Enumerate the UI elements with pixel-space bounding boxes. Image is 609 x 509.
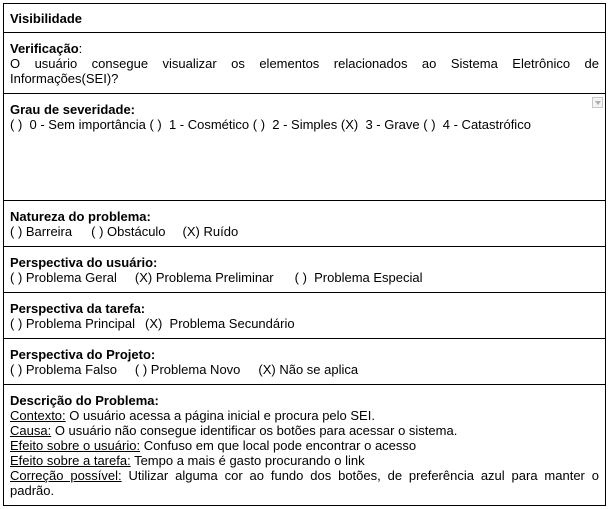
- perspectiva-tarefa-options: ( ) Problema Principal (X) Problema Secun…: [10, 316, 599, 331]
- tarefa-option-secundario: (X) Problema Secundário: [145, 316, 295, 331]
- natureza-label: Natureza do problema:: [10, 209, 151, 224]
- descricao-efeito-usuario-key: Efeito sobre o usuário:: [10, 438, 141, 453]
- natureza-row: Natureza do problema: ( ) Barreira ( ) Ob…: [4, 201, 605, 247]
- usuario-option-especial: ( ) Problema Especial: [294, 270, 423, 285]
- natureza-options: ( ) Barreira ( ) Obstáculo (X) Ruído: [10, 224, 599, 239]
- descricao-efeito-tarefa-key: Efeito sobre a tarefa:: [10, 453, 131, 468]
- descricao-causa-value: O usuário não consegue identificar os bo…: [51, 423, 458, 438]
- severidade-option-0: ( ) 0 - Sem importância: [10, 117, 146, 132]
- perspectiva-usuario-label: Perspectiva do usuário:: [10, 255, 158, 270]
- descricao-correcao-key: Correção possível:: [10, 468, 122, 483]
- verificacao-colon: :: [78, 41, 83, 56]
- descricao-contexto: Contexto: O usuário acessa a página inic…: [10, 408, 599, 423]
- severidade-option-4: ( ) 4 - Catastrófico: [423, 117, 531, 132]
- descricao-causa-key: Causa:: [10, 423, 52, 438]
- severidade-option-1: ( ) 1 - Cosmético: [149, 117, 250, 132]
- severidade-row: Grau de severidade: ( ) 0 - Sem importân…: [4, 94, 605, 201]
- perspectiva-projeto-label: Perspectiva do Projeto:: [10, 347, 156, 362]
- descricao-correcao: Correção possível: Utilizar alguma cor a…: [10, 468, 599, 498]
- table-title: Visibilidade: [10, 11, 83, 26]
- natureza-option-barreira: ( ) Barreira: [10, 224, 73, 239]
- projeto-option-novo: ( ) Problema Novo: [134, 362, 241, 377]
- perspectiva-projeto-row: Perspectiva do Projeto: ( ) Problema Fal…: [4, 339, 605, 385]
- verificacao-heading: Verificação:: [10, 41, 599, 56]
- descricao-label: Descrição do Problema:: [10, 393, 159, 408]
- title-row: Visibilidade: [4, 4, 605, 33]
- descricao-efeito-usuario: Efeito sobre o usuário: Confuso em que l…: [10, 438, 599, 453]
- descricao-efeito-usuario-value: Confuso em que local pode encontrar o ac…: [140, 438, 417, 453]
- perspectiva-projeto-options: ( ) Problema Falso ( ) Problema Novo (X) N…: [10, 362, 599, 377]
- descricao-efeito-tarefa-value: Tempo a mais é gasto procurando o link: [130, 453, 365, 468]
- usuario-option-geral: ( ) Problema Geral: [10, 270, 117, 285]
- usuario-option-preliminar: (X) Problema Preliminar: [134, 270, 274, 285]
- natureza-option-ruido: (X) Ruído: [182, 224, 239, 239]
- severidade-option-2: ( ) 2 - Simples: [252, 117, 338, 132]
- projeto-option-nao-se-aplica: (X) Não se aplica: [258, 362, 359, 377]
- descricao-contexto-value: O usuário acessa a página inicial e proc…: [65, 408, 375, 423]
- tarefa-option-principal: ( ) Problema Principal: [10, 316, 135, 331]
- descricao-efeito-tarefa: Efeito sobre a tarefa: Tempo a mais é ga…: [10, 453, 599, 468]
- perspectiva-tarefa-row: Perspectiva da tarefa: ( ) Problema Prin…: [4, 293, 605, 339]
- perspectiva-usuario-row: Perspectiva do usuário: ( ) Problema Ger…: [4, 247, 605, 293]
- projeto-option-falso: ( ) Problema Falso: [10, 362, 117, 377]
- perspectiva-tarefa-label: Perspectiva da tarefa:: [10, 301, 146, 316]
- severidade-option-3: (X) 3 - Grave: [340, 117, 420, 132]
- descricao-causa: Causa: O usuário não consegue identifica…: [10, 423, 599, 438]
- descricao-contexto-key: Contexto:: [10, 408, 66, 423]
- verificacao-text: O usuário consegue visualizar os element…: [10, 56, 599, 86]
- severidade-label: Grau de severidade:: [10, 102, 135, 117]
- field-dropdown-icon[interactable]: [592, 97, 603, 108]
- perspectiva-usuario-options: ( ) Problema Geral (X) Problema Prelimina…: [10, 270, 599, 285]
- natureza-option-obstaculo: ( ) Obstáculo: [91, 224, 166, 239]
- descricao-row: Descrição do Problema: Contexto: O usuár…: [4, 385, 605, 506]
- heuristic-evaluation-table: Visibilidade Verificação: O usuário cons…: [3, 3, 606, 506]
- verificacao-row: Verificação: O usuário consegue visualiz…: [4, 33, 605, 94]
- verificacao-label: Verificação: [10, 41, 79, 56]
